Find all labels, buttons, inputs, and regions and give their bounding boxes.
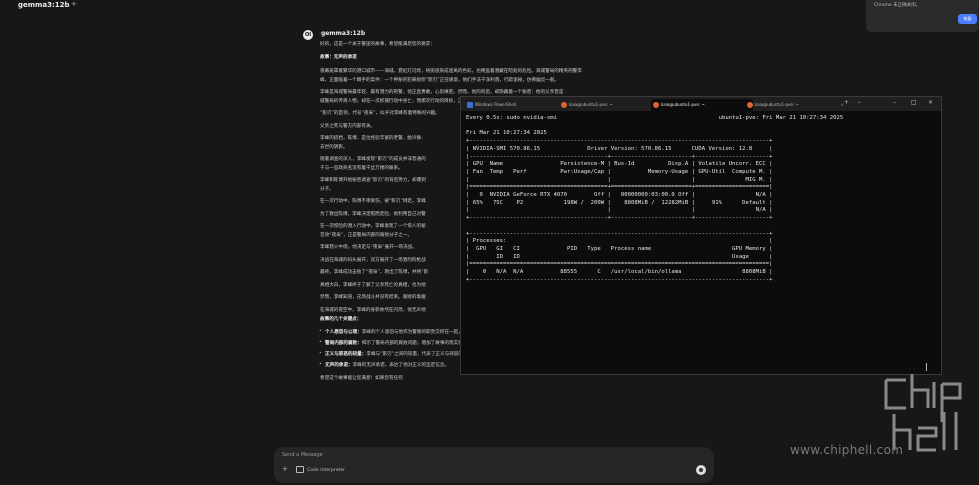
minimize-icon[interactable]: – <box>893 99 896 106</box>
notification-text: Chrome 未正确关闭。 <box>874 3 921 8</box>
maximize-icon[interactable]: □ <box>911 99 917 106</box>
add-model-icon[interactable]: + <box>71 0 77 8</box>
powershell-icon <box>467 102 473 108</box>
tab-ubuntu-3[interactable]: kaia@ubuntu1-pve: ~ × <box>745 99 847 111</box>
message-composer[interactable]: Send a Message + Code Interpreter <box>274 447 714 483</box>
tab-ubuntu-2[interactable]: kaia@ubuntu1-pve: ~× <box>651 99 753 111</box>
tab-ubuntu-1[interactable]: kaia@ubuntu1-pve: ~× <box>559 99 661 111</box>
notification-popup: Chrome 未正确关闭。 恢复 <box>866 0 979 32</box>
watermark-url: www.chiphell.com <box>790 443 904 457</box>
terminal-tab-bar: Windows PowerShell kaia@ubuntu1-pve: ~× … <box>461 97 941 111</box>
tab-label: Windows PowerShell <box>475 102 516 107</box>
ubuntu-icon <box>747 102 753 108</box>
message-paragraph: 希望这个故事能让您满意！如果您有任何 <box>320 376 403 381</box>
tab-label: kaia@ubuntu1-pve: ~ <box>569 102 613 107</box>
ubuntu-icon <box>561 102 567 108</box>
message-paragraph: 故事：无声的承诺 <box>320 55 357 60</box>
code-icon <box>296 466 304 473</box>
message-input[interactable]: Send a Message <box>282 452 323 458</box>
message-paragraph: 峰，正面临着一个棘手的案件：一个神秘的犯罪组织“影刃”正在肆虐，他们手法干净利落… <box>320 77 560 83</box>
list-item-bold: 正义与邪恶的较量： <box>325 352 367 357</box>
chevron-down-icon[interactable]: ⌄ <box>63 1 68 8</box>
message-paragraph: 好的，这是一个关于警匪的故事，希望能满足您的要求： <box>320 42 435 47</box>
list-item-bold: 个人恩怨与公理： <box>325 330 362 335</box>
top-bar: gemma3:12b ⌄ + <box>0 0 979 12</box>
attach-icon[interactable]: + <box>282 465 288 473</box>
terminal-window[interactable]: Windows PowerShell kaia@ubuntu1-pve: ~× … <box>460 96 942 375</box>
assistant-name: gemma3:12b <box>321 30 366 37</box>
restore-button[interactable]: 恢复 <box>958 14 977 24</box>
tab-label: kaia@ubuntu1-pve: ~ <box>755 102 799 107</box>
tab-label: kaia@ubuntu1-pve: ~ <box>661 102 705 107</box>
close-window-icon[interactable]: × <box>928 99 933 106</box>
terminal-output: Every 0.5s: sudo nvidia-smi ubuntu1-pve:… <box>466 115 844 283</box>
message-paragraph: 夜幕笼罩着繁华的港口城市——海城。霓虹灯闪烁，将街道染成迷离的色彩，也掩盖着潜藏… <box>320 69 582 74</box>
ubuntu-icon <box>653 102 659 108</box>
tab-powershell[interactable]: Windows PowerShell <box>465 99 569 111</box>
model-selector[interactable]: gemma3:12b <box>18 1 70 9</box>
new-tab-icon[interactable]: + <box>844 99 849 106</box>
list-item-bold: 无声的承诺： <box>325 363 353 368</box>
assistant-avatar: OI <box>303 30 313 40</box>
chevron-down-icon[interactable]: ⌄ <box>857 99 861 105</box>
code-interpreter-label: Code Interpreter <box>307 468 346 473</box>
list-item-text: 李峰的无声承诺，表达了他对正义的坚定信念。 <box>352 363 450 368</box>
voice-icon[interactable] <box>696 465 706 475</box>
code-interpreter-toggle[interactable]: Code Interpreter <box>296 466 345 473</box>
list-item-bold: 警局内部的腐败： <box>325 341 362 346</box>
